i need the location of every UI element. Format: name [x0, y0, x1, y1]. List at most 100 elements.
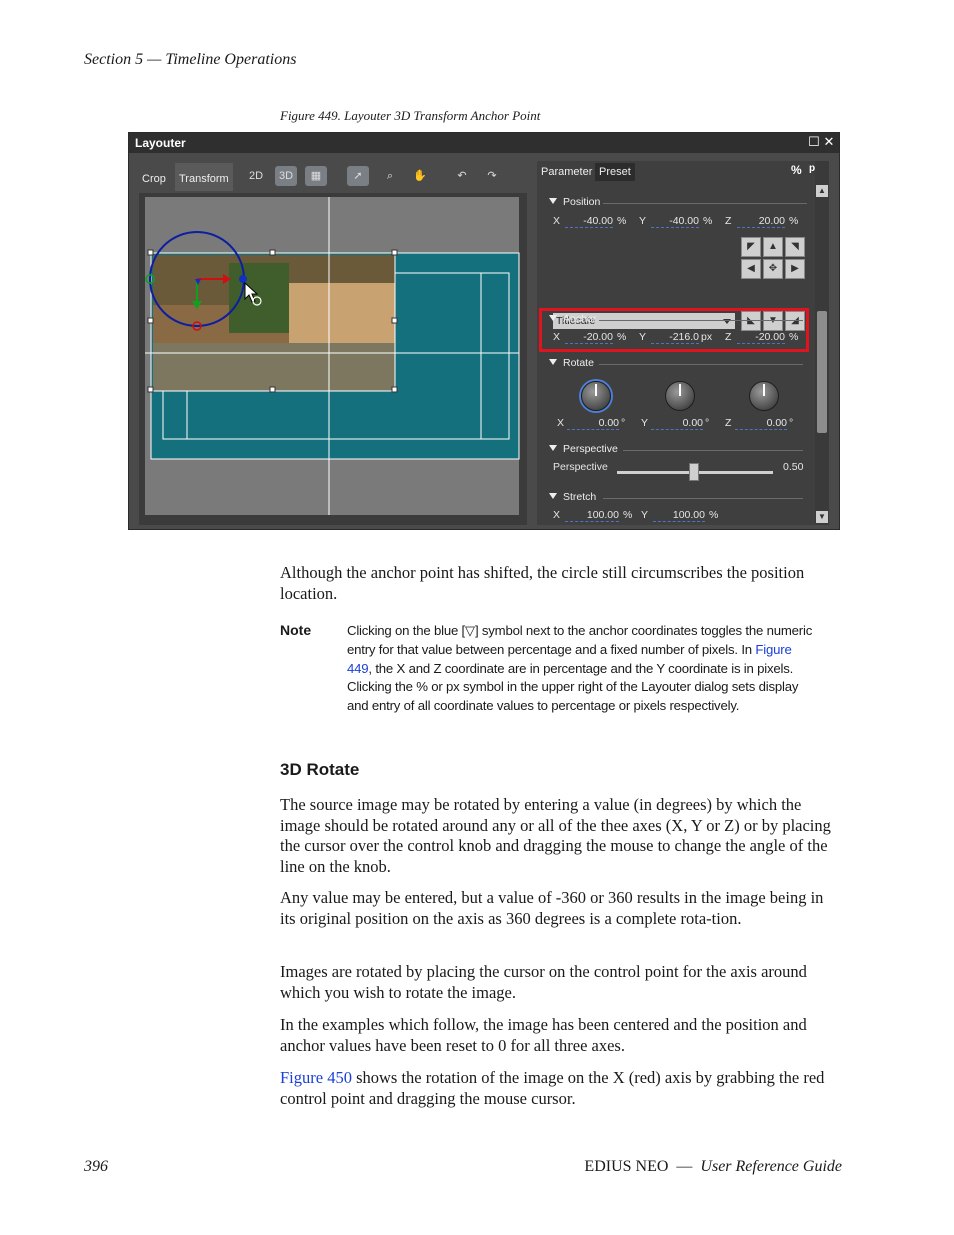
rotate-x-value[interactable]: 0.00 [567, 417, 619, 430]
tab-crop[interactable]: Crop [138, 163, 170, 191]
anchor-x-unit[interactable]: % [617, 331, 626, 343]
tab-transform[interactable]: Transform [175, 163, 233, 191]
grid-icon[interactable]: ▦ [305, 166, 327, 186]
close-icon[interactable]: ✕ [822, 135, 836, 149]
position-label: Position [563, 196, 601, 208]
undo-icon[interactable]: ↶ [451, 166, 473, 186]
tab-parameter[interactable]: Parameter [537, 163, 596, 181]
rotate-y-value[interactable]: 0.00 [651, 417, 703, 430]
paragraph-4: Images are rotated by placing the cursor… [280, 962, 807, 1002]
nudge-up-button[interactable]: ▲ [763, 237, 783, 257]
percent-unit-toggle[interactable]: % [791, 163, 802, 177]
preview-area[interactable] [139, 193, 527, 525]
rotate-y-label: Y [641, 417, 649, 429]
divider [599, 364, 803, 365]
scroll-up-icon[interactable]: ▲ [816, 185, 828, 197]
position-z-value[interactable]: 20.00 [737, 215, 785, 228]
blue-control-point[interactable] [239, 275, 247, 283]
note-text-part2: , the X and Z coordinate are in percenta… [347, 660, 799, 714]
panel-scrollbar[interactable]: ▲ ▼ [815, 161, 829, 525]
tool-2d-button[interactable]: 2D [245, 166, 267, 186]
image-wall [289, 283, 395, 343]
note-text: Clicking on the blue [▽] symbol next to … [347, 622, 817, 716]
paragraph-6: Figure 450 shows the rotation of the ima… [280, 1068, 840, 1109]
perspective-section[interactable]: Perspective [549, 443, 618, 455]
rotate-x-knob[interactable] [581, 381, 611, 411]
guide-name: User Reference Guide [700, 1158, 842, 1175]
perspective-value[interactable]: 0.50 [783, 461, 803, 473]
handle[interactable] [269, 386, 276, 393]
collapse-triangle-icon [549, 445, 557, 451]
handle[interactable] [391, 386, 398, 393]
paragraph-1: Although the anchor point has shifted, t… [280, 563, 805, 603]
footer-separator: — [676, 1158, 693, 1175]
knob-indicator [595, 384, 597, 396]
nudge-right-button[interactable]: ▶ [785, 259, 805, 279]
rotate-z-unit: ° [789, 417, 794, 429]
position-section[interactable]: Position [549, 196, 600, 208]
anchor-x-value[interactable]: -20.00 [565, 331, 613, 344]
hand-icon[interactable]: ✋ [409, 166, 431, 186]
perspective-slider-thumb[interactable] [689, 463, 699, 481]
nudge-center-button[interactable]: ✥ [763, 259, 783, 279]
stretch-x-value[interactable]: 100.00 [565, 509, 619, 522]
note-label: Note [280, 622, 312, 638]
tool-3d-button[interactable]: 3D [275, 166, 297, 186]
position-y-unit[interactable]: % [703, 215, 712, 227]
maximize-icon[interactable]: ☐ [807, 135, 821, 149]
stretch-x-unit[interactable]: % [623, 509, 632, 521]
tab-preset[interactable]: Preset [595, 163, 635, 181]
rotate-z-knob[interactable] [749, 381, 779, 411]
anchor-section[interactable]: Anchor [549, 313, 596, 325]
anchor-y-value[interactable]: -216.0 [651, 331, 699, 344]
stretch-y-label: Y [641, 509, 649, 521]
handle[interactable] [269, 249, 276, 256]
stretch-y-value[interactable]: 100.00 [653, 509, 705, 522]
redo-icon[interactable]: ↷ [481, 166, 503, 186]
handle[interactable] [147, 249, 154, 256]
stretch-section[interactable]: Stretch [549, 491, 596, 503]
position-y-value[interactable]: -40.00 [651, 215, 699, 228]
zoom-icon[interactable]: ⌕ [379, 166, 401, 186]
collapse-triangle-icon [549, 198, 557, 204]
anchor-y-label: Y [639, 331, 647, 343]
rotate-z-value[interactable]: 0.00 [735, 417, 787, 430]
knob-indicator [679, 384, 681, 396]
anchor-x-label: X [553, 331, 561, 343]
handle[interactable] [391, 249, 398, 256]
rotate-y-unit: ° [705, 417, 710, 429]
collapse-triangle-icon [549, 493, 557, 499]
scrollbar-thumb[interactable] [817, 311, 827, 433]
rotate-y-knob[interactable] [665, 381, 695, 411]
nudge-up-left-button[interactable]: ◤ [741, 237, 761, 257]
stretch-label: Stretch [563, 491, 597, 503]
perspective-field-label: Perspective [553, 461, 608, 473]
handle[interactable] [147, 386, 154, 393]
nudge-up-right-button[interactable]: ◥ [785, 237, 805, 257]
scroll-down-icon[interactable]: ▼ [816, 511, 828, 523]
anchor-y-unit[interactable]: px [701, 331, 712, 343]
position-x-value[interactable]: -40.00 [565, 215, 613, 228]
divider [599, 320, 803, 321]
divider [623, 450, 803, 451]
anchor-z-value[interactable]: -20.00 [737, 331, 785, 344]
stretch-y-unit[interactable]: % [709, 509, 718, 521]
knob-indicator [763, 384, 765, 396]
anchor-label: Anchor [563, 313, 597, 325]
anchor-z-unit[interactable]: % [789, 331, 798, 343]
figure-450-link[interactable]: Figure 450 [280, 1068, 352, 1087]
position-z-label: Z [725, 215, 732, 227]
position-x-unit[interactable]: % [617, 215, 626, 227]
nudge-left-button[interactable]: ◀ [741, 259, 761, 279]
paragraph-6-text: shows the rotation of the image on the X… [280, 1068, 825, 1108]
rotate-section[interactable]: Rotate [549, 357, 594, 369]
position-z-unit[interactable]: % [789, 215, 798, 227]
pointer-icon[interactable]: ➚ [347, 166, 369, 186]
parameter-panel: Parameter Preset % px Position X -40.00 … [537, 161, 829, 525]
handle[interactable] [391, 317, 398, 324]
handle[interactable] [147, 317, 154, 324]
section-heading: 3D Rotate [280, 760, 360, 779]
divider [603, 498, 803, 499]
rotate-x-unit: ° [621, 417, 626, 429]
anchor-z-label: Z [725, 331, 732, 343]
